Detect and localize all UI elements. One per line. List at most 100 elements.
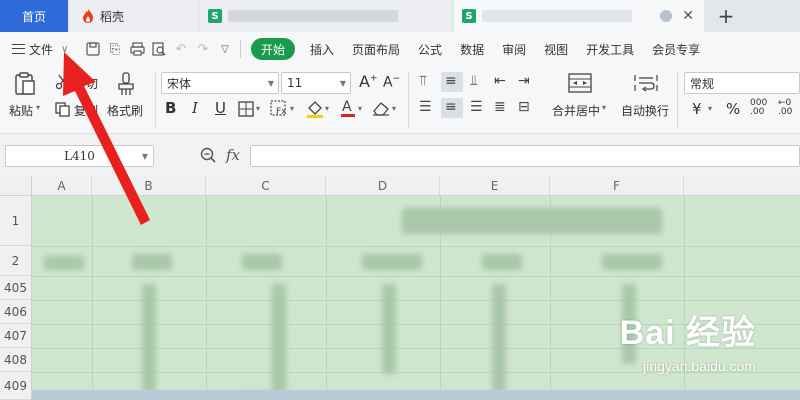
copy-icon[interactable] — [55, 102, 70, 121]
decrease-font-icon[interactable]: A− — [383, 74, 400, 91]
border-icon[interactable] — [238, 101, 254, 121]
justify-icon[interactable]: ≣ — [494, 99, 506, 115]
decimal-increase-icon[interactable]: ←0.00 — [778, 99, 792, 117]
tab-member[interactable]: 会员专享 — [643, 38, 709, 60]
copy-button[interactable]: 复制 — [74, 102, 98, 119]
tab-insert[interactable]: 插入 — [301, 38, 343, 60]
currency-button[interactable]: ¥ — [692, 100, 702, 118]
tab-page-layout[interactable]: 页面布局 — [343, 38, 409, 60]
file-menu-label: 文件 — [29, 42, 54, 57]
spreadsheet-icon: S — [462, 9, 476, 23]
export-icon[interactable]: ⎘ — [104, 38, 126, 60]
font-color-icon[interactable]: A — [340, 98, 356, 122]
print-preview-icon[interactable] — [148, 38, 170, 60]
chevron-down-icon[interactable]: ▾ — [358, 104, 362, 113]
select-all-corner[interactable] — [0, 176, 32, 196]
column-header-a[interactable]: A — [32, 176, 92, 196]
save-icon[interactable] — [82, 38, 104, 60]
column-header-f[interactable]: F — [550, 176, 684, 196]
underline-button[interactable]: U — [215, 99, 226, 117]
chevron-down-icon[interactable]: ▾ — [392, 104, 396, 113]
bold-button[interactable]: B — [165, 99, 176, 117]
print-icon[interactable] — [126, 38, 148, 60]
tab-home-ribbon[interactable]: 开始 — [251, 38, 296, 60]
align-bottom-icon[interactable]: ⫫ — [470, 73, 478, 89]
align-middle-icon[interactable]: ≡ — [445, 73, 457, 89]
align-center-icon[interactable]: ≡ — [445, 99, 457, 115]
quick-access-more-icon[interactable]: ▽ — [214, 38, 236, 60]
tab-view[interactable]: 视图 — [535, 38, 577, 60]
increase-font-icon[interactable]: A+ — [359, 72, 378, 91]
row-header-406[interactable]: 406 — [0, 300, 32, 324]
grid-line — [32, 276, 800, 277]
row-header-409[interactable]: 409 — [0, 372, 32, 400]
zoom-icon[interactable] — [200, 147, 216, 163]
tab-home[interactable]: 首页 — [0, 0, 68, 32]
file-menu[interactable]: 文件 ∨ — [0, 41, 82, 58]
column-header-b[interactable]: B — [92, 176, 206, 196]
scissors-icon[interactable] — [55, 74, 71, 94]
tab-spreadsheet-2[interactable]: S ✕ — [454, 0, 704, 32]
decimal-icon[interactable]: 000.00 — [750, 99, 767, 117]
row-header-407[interactable]: 407 — [0, 324, 32, 348]
distributed-icon[interactable]: ⊟ — [518, 99, 530, 115]
formula-input[interactable] — [250, 145, 800, 167]
increase-indent-icon[interactable]: ⇥ — [518, 73, 530, 89]
align-top-icon[interactable]: ⫪ — [419, 73, 427, 89]
chevron-down-icon: ▼ — [267, 78, 274, 88]
format-painter-icon[interactable] — [116, 72, 136, 100]
merge-center-icon[interactable] — [568, 73, 592, 97]
chevron-down-icon[interactable]: ▾ — [325, 104, 329, 113]
merge-center-button[interactable]: 合并居中 — [552, 102, 600, 119]
tab-formulas[interactable]: 公式 — [409, 38, 451, 60]
eraser-icon[interactable] — [372, 100, 390, 120]
column-header-e[interactable]: E — [440, 176, 550, 196]
cut-button[interactable]: 剪切 — [74, 75, 98, 92]
font-name-select[interactable]: 宋体 ▼ — [161, 72, 279, 94]
format-painter-button[interactable]: 格式刷 — [107, 102, 143, 119]
undo-icon[interactable]: ↶ — [170, 38, 192, 60]
row-header-1[interactable]: 1 — [0, 196, 32, 246]
redacted-title — [402, 208, 662, 234]
tab-daoke[interactable]: 稻壳 — [70, 0, 198, 32]
chevron-down-icon[interactable]: ▾ — [36, 103, 40, 112]
wrap-text-icon[interactable] — [634, 73, 658, 97]
row-header-405[interactable]: 405 — [0, 276, 32, 300]
tab-review[interactable]: 审阅 — [493, 38, 535, 60]
tab-data[interactable]: 数据 — [451, 38, 493, 60]
fill-color-icon[interactable] — [306, 99, 324, 123]
new-tab-button[interactable]: + — [706, 0, 746, 32]
chevron-down-icon[interactable]: ▾ — [256, 104, 260, 113]
percent-button[interactable]: % — [726, 100, 740, 118]
close-icon[interactable]: ✕ — [682, 8, 694, 24]
paste-button[interactable]: 粘贴 — [9, 102, 33, 119]
chevron-down-icon: ▼ — [339, 78, 346, 88]
column-header-c[interactable]: C — [206, 176, 326, 196]
chevron-down-icon[interactable]: ▾ — [708, 104, 712, 113]
tab-developer[interactable]: 开发工具 — [577, 38, 643, 60]
cell-style-icon[interactable]: Fx — [270, 100, 288, 122]
chevron-down-icon[interactable]: ▾ — [602, 103, 606, 112]
align-left-icon[interactable]: ☰ — [419, 99, 432, 115]
tab-spreadsheet-1[interactable]: S — [200, 0, 452, 32]
redacted-header — [482, 254, 522, 270]
tab-title-redacted — [482, 10, 632, 22]
chevron-down-icon[interactable]: ▾ — [290, 104, 294, 113]
font-size-select[interactable]: 11 ▼ — [281, 72, 351, 94]
redo-icon[interactable]: ↷ — [192, 38, 214, 60]
fx-icon[interactable]: fx — [226, 146, 240, 164]
number-format-select[interactable]: 常规 — [684, 72, 800, 94]
plus-icon: + — [717, 4, 735, 28]
row-header-408[interactable]: 408 — [0, 348, 32, 372]
align-right-icon[interactable]: ☰ — [470, 99, 483, 115]
column-header-d[interactable]: D — [326, 176, 440, 196]
italic-button[interactable]: I — [192, 99, 198, 117]
name-box[interactable]: L410 ▼ — [5, 145, 154, 167]
row-header-2[interactable]: 2 — [0, 246, 32, 276]
decrease-indent-icon[interactable]: ⇤ — [494, 73, 506, 89]
font-size-value: 11 — [287, 76, 303, 90]
redacted-header — [602, 254, 662, 270]
column-header-empty[interactable] — [684, 176, 800, 196]
paste-icon[interactable] — [14, 72, 36, 100]
wrap-text-button[interactable]: 自动换行 — [621, 102, 669, 119]
